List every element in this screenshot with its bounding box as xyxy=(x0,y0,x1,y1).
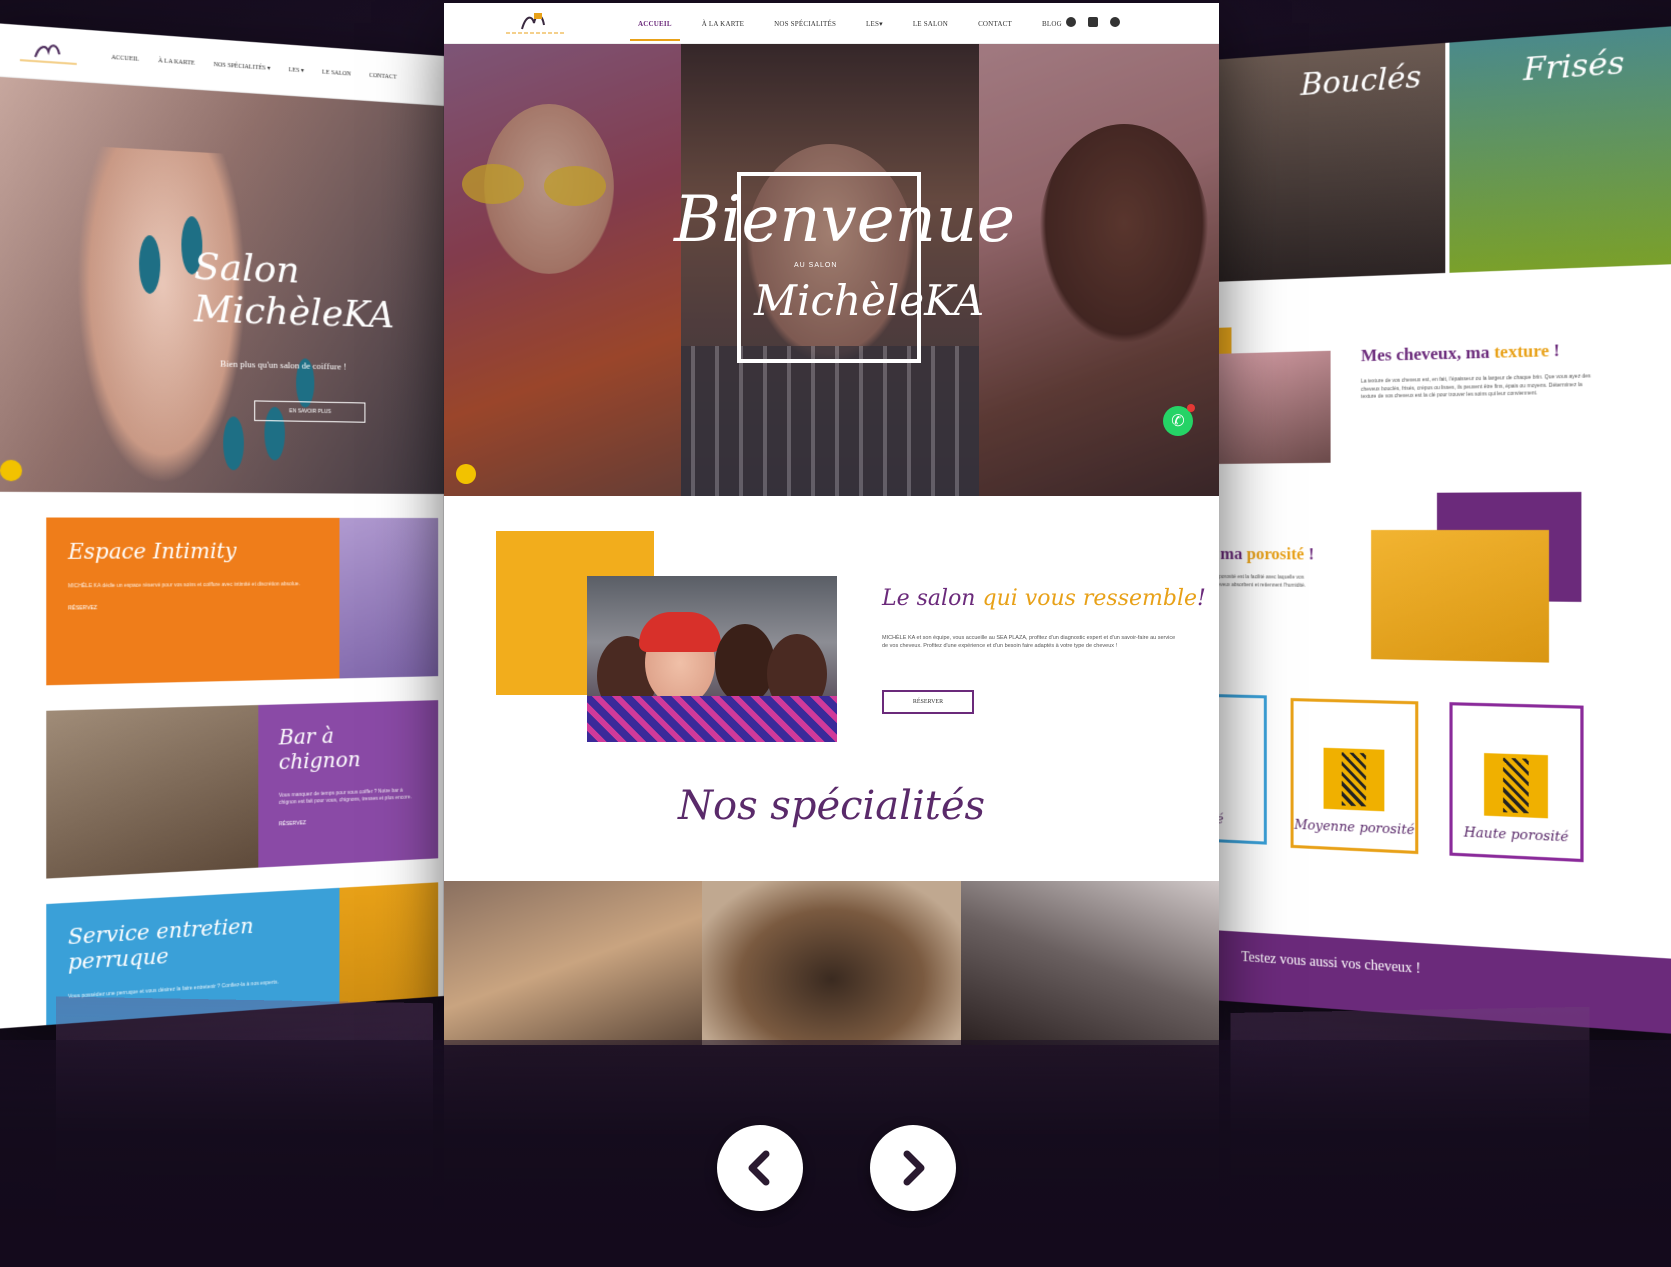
porosite-title: , ma porosité ! xyxy=(1212,544,1314,565)
card-bar-a-chignon: Bar à chignon Vous manquez de temps pour… xyxy=(46,700,438,878)
card-title: Espace Intimity xyxy=(68,538,319,564)
next-slide-button[interactable] xyxy=(870,1125,956,1211)
site-logo[interactable] xyxy=(496,9,574,37)
previous-slide-button[interactable] xyxy=(717,1125,803,1211)
texture-photo xyxy=(1212,351,1331,464)
right-hero: Bouclés Frisés xyxy=(1212,25,1671,282)
left-nav-item[interactable]: CONTACT xyxy=(369,72,397,80)
card-title: Bar à chignon xyxy=(279,721,419,774)
whatsapp-chat-icon[interactable]: ✆ xyxy=(1163,406,1193,436)
main-hero: Bienvenue AU SALON MichèleKA ✆ xyxy=(444,44,1219,496)
left-nav-item[interactable]: LES ▾ xyxy=(289,66,304,74)
left-nav-item[interactable]: NOS SPÉCIALITÉS ▾ xyxy=(213,61,270,72)
porosite-card-low[interactable]: rosité xyxy=(1212,692,1267,844)
porosite-card-label: Haute porosité xyxy=(1464,825,1569,845)
chevron-left-icon xyxy=(740,1148,780,1188)
left-page-mockup: ACCUEIL À LA KARTE NOS SPÉCIALITÉS ▾ LES… xyxy=(0,23,444,1030)
test-band-text: Testez vous aussi vos cheveux ! xyxy=(1241,950,1420,978)
left-nav-item[interactable]: ACCUEIL xyxy=(111,54,139,62)
salon-section: Le salon qui vous ressemble! MICHÈLE KA … xyxy=(444,496,1219,782)
hero-col-curly: Bouclés xyxy=(1212,43,1445,282)
specialites-grid xyxy=(444,881,1219,1045)
nav-item-les[interactable]: LES▾ xyxy=(866,20,883,28)
porosite-card-medium[interactable]: Moyenne porosité xyxy=(1291,698,1419,854)
hair-swatch-icon xyxy=(1484,753,1548,818)
nails-illustration xyxy=(118,200,326,495)
card-espace-intimity: Espace Intimity MICHÈLE KA dédie un espa… xyxy=(46,518,438,686)
main-nav: ACCUEIL À LA KARTE NOS SPÉCIALITÉS LES▾ … xyxy=(444,3,1219,44)
hero-brand: MichèleKA xyxy=(754,276,924,325)
nav-item-blog[interactable]: BLOG xyxy=(1042,20,1062,28)
card-image xyxy=(46,705,258,879)
card-more-link[interactable]: RÉSERVEZ xyxy=(68,602,319,611)
salon-title: Le salon qui vous ressemble! xyxy=(882,586,1206,611)
center-page-mockup: ACCUEIL À LA KARTE NOS SPÉCIALITÉS LES▾ … xyxy=(444,3,1219,1045)
nav-links: ACCUEIL À LA KARTE NOS SPÉCIALITÉS LES▾ … xyxy=(638,3,1092,44)
specialite-photo[interactable] xyxy=(961,881,1219,1045)
hero-col-label: Bouclés xyxy=(1301,59,1422,103)
facebook-icon[interactable] xyxy=(1066,17,1076,27)
nav-item-a-la-karte[interactable]: À LA KARTE xyxy=(702,20,744,28)
card-text: MICHÈLE KA dédie un espace réservé pour … xyxy=(68,581,319,591)
left-hero-title: Salon MichèleKA xyxy=(194,245,444,338)
hero-title: Bienvenue xyxy=(674,188,1014,252)
reserve-button[interactable]: RÉSERVER xyxy=(882,690,974,714)
specialites-title: Nos spécialités xyxy=(444,783,1219,829)
card-more-link[interactable]: RÉSERVEZ xyxy=(279,815,419,827)
card-text: Vous manquez de temps pour vous coiffer … xyxy=(279,787,419,807)
right-page-mockup: Bouclés Frisés Mes cheveux, ma texture !… xyxy=(1212,25,1671,1034)
porosite-card-label: Moyenne porosité xyxy=(1294,818,1414,839)
texture-text: La texture de vos cheveux est, en fait, … xyxy=(1361,373,1592,401)
chat-bubble-icon[interactable] xyxy=(0,460,22,482)
instagram-icon[interactable] xyxy=(1088,17,1098,27)
porosite-card-high[interactable]: Haute porosité xyxy=(1449,702,1583,862)
chevron-right-icon xyxy=(893,1148,933,1188)
left-hero-button[interactable]: EN SAVOIR PLUS xyxy=(254,400,365,422)
specialite-photo[interactable] xyxy=(702,881,960,1045)
card-panel: Bar à chignon Vous manquez de temps pour… xyxy=(258,700,438,867)
hero-subtitle: AU SALON xyxy=(794,262,837,269)
left-nav-item[interactable]: LE SALON xyxy=(322,69,351,77)
team-photo xyxy=(587,576,837,742)
nav-item-accueil[interactable]: ACCUEIL xyxy=(638,20,672,28)
hero-col-frizzy: Frisés xyxy=(1445,25,1671,273)
left-nav-item[interactable]: À LA KARTE xyxy=(158,58,194,67)
whatsapp-icon[interactable] xyxy=(1110,17,1120,27)
texture-title: Mes cheveux, ma texture ! xyxy=(1361,340,1560,366)
card-title: Service entretien perruque xyxy=(68,909,319,975)
social-links xyxy=(1066,17,1120,27)
card-panel: Espace Intimity MICHÈLE KA dédie un espa… xyxy=(46,518,339,686)
reflection-fade xyxy=(0,1040,1671,1267)
porosite-text: La porosité est la facilité avec laquell… xyxy=(1212,574,1321,590)
left-logo xyxy=(4,35,91,71)
specialite-photo[interactable] xyxy=(444,881,702,1045)
nav-item-specialites[interactable]: NOS SPÉCIALITÉS xyxy=(774,20,836,28)
chat-bubble-icon[interactable] xyxy=(456,464,476,484)
nav-item-contact[interactable]: CONTACT xyxy=(978,20,1012,28)
hair-swatch-icon xyxy=(1324,748,1385,812)
nav-item-le-salon[interactable]: LE SALON xyxy=(913,20,948,28)
salon-text: MICHÈLE KA et son équipe, vous accueille… xyxy=(882,634,1182,651)
card-image xyxy=(339,518,438,679)
left-hero: Salon MichèleKA Bien plus qu'un salon de… xyxy=(0,76,444,494)
porosite-photo xyxy=(1371,530,1549,663)
hero-col-label: Frisés xyxy=(1523,45,1624,89)
